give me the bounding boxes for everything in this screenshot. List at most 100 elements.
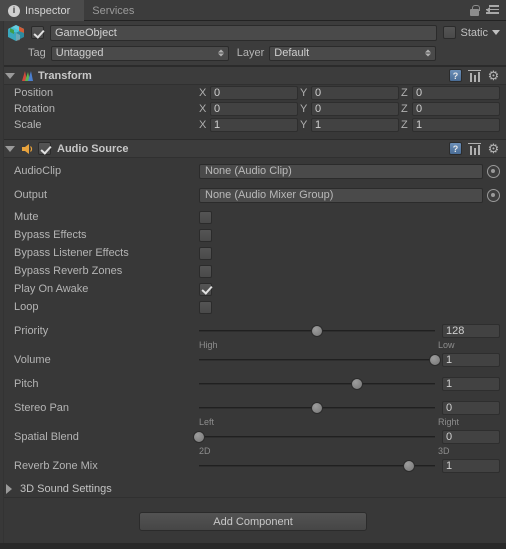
reverb-zone-mix-slider[interactable] [199,459,435,473]
scale-y[interactable]: Y1 [300,118,399,132]
static-chevron-down-icon[interactable] [492,30,500,35]
audioclip-object-field[interactable]: None (Audio Clip) [199,163,483,179]
output-row: Output None (Audio Mixer Group) [0,186,506,204]
rotation-x[interactable]: X0 [199,102,298,116]
pitch-slider-track [199,383,435,385]
preset-icon[interactable] [468,142,481,155]
help-icon[interactable]: ? [449,142,462,155]
pitch-slider-wrap: 1 [199,377,500,391]
stereo-pan-slider-thumb[interactable] [311,402,323,414]
3d-sound-settings-chevron-right-icon[interactable] [6,484,12,494]
audio-source-enabled-checkbox[interactable] [38,142,51,155]
spatial-blend-slider-wrap: 0 [193,430,500,444]
output-object-field[interactable]: None (Audio Mixer Group) [199,187,483,203]
pitch-slider-thumb[interactable] [351,378,364,390]
gear-icon[interactable]: ⚙ [487,69,500,82]
rotation-z[interactable]: Z0 [401,102,500,116]
tab-bar-actions [470,0,506,20]
lock-icon[interactable] [470,4,480,16]
tab-services[interactable]: Services [84,0,148,21]
bypass-effects-checkbox[interactable] [199,228,212,242]
3d-sound-settings-foldout[interactable]: 3D Sound Settings [0,481,506,498]
transform-component-header[interactable]: Transform ? ⚙ [0,66,506,85]
loop-label: Loop [14,301,39,313]
audio-source-component-header[interactable]: Audio Source ? ⚙ [0,139,506,158]
help-icon[interactable]: ? [449,69,462,82]
layer-dropdown[interactable]: Default [269,45,437,61]
loop-checkbox[interactable] [199,300,212,314]
tag-dropdown[interactable]: Untagged [50,45,229,61]
add-component-button[interactable]: Add Component [139,512,367,531]
mute-checkbox[interactable] [199,210,212,224]
spatial-blend-slider-thumb[interactable] [193,431,205,443]
priority-caption-left: High [199,340,218,350]
volume-value-input[interactable]: 1 [442,353,500,367]
tab-inspector-label: Inspector [25,4,71,17]
rotation-x-input[interactable]: 0 [210,102,298,116]
bypass-reverb-zones-checkbox[interactable] [199,264,212,278]
volume-label: Volume [14,354,51,366]
bypass-reverb-zones-row: Bypass Reverb Zones [0,262,506,280]
transform-icon [20,69,34,83]
reverb-zone-mix-value-input[interactable]: 1 [442,459,500,473]
scale-y-input[interactable]: 1 [311,118,399,132]
tab-inspector[interactable]: i Inspector [0,0,85,21]
stereo-pan-caption-right: Right [438,417,460,427]
spatial-blend-row: Spatial Blend 0 [0,428,506,446]
axis-x-label: X [199,103,207,115]
layer-label: Layer [236,47,265,59]
priority-caption-right: Low [438,340,455,350]
dropdown-arrows-icon [217,49,224,57]
spatial-blend-caption-right: 3D [438,446,450,456]
spatial-blend-slider[interactable] [193,430,435,444]
audio-source-foldout-icon[interactable] [5,145,15,152]
reverb-zone-mix-slider-thumb[interactable] [403,460,416,472]
scale-z[interactable]: Z1 [401,118,500,132]
rotation-y[interactable]: Y0 [300,102,399,116]
transform-header-icons: ? ⚙ [449,69,500,82]
reverb-zone-mix-slider-track [199,465,435,467]
spatial-blend-slider-track [199,436,435,438]
priority-label: Priority [14,325,49,337]
stereo-pan-slider[interactable] [199,401,435,415]
preset-icon[interactable] [468,69,481,82]
scale-z-input[interactable]: 1 [412,118,500,132]
priority-slider[interactable] [199,324,435,338]
mute-label: Mute [14,211,39,223]
bypass-listener-effects-row: Bypass Listener Effects [0,244,506,262]
scale-x-input[interactable]: 1 [210,118,298,132]
rotation-y-input[interactable]: 0 [311,102,399,116]
gameobject-name-input[interactable]: GameObject [50,24,438,41]
output-target-picker-icon[interactable] [487,188,500,202]
priority-value-input[interactable]: 128 [442,324,500,338]
gameobject-enabled-checkbox[interactable] [31,26,44,39]
position-z-input[interactable]: 0 [412,86,500,100]
transform-foldout-icon[interactable] [5,72,15,79]
position-z[interactable]: Z0 [401,86,500,100]
transform-body: Position X0 Y0 Z0 Rotation X0 Y0 Z0 Scal… [0,85,506,139]
audio-source-header-icons: ? ⚙ [449,142,500,155]
static-checkbox[interactable] [443,26,457,39]
stereo-pan-value-input[interactable]: 0 [442,401,500,415]
position-y[interactable]: Y0 [300,86,399,100]
scale-x[interactable]: X1 [199,118,298,132]
spatial-blend-value-input[interactable]: 0 [442,430,500,444]
hamburger-menu-icon[interactable] [486,5,499,15]
play-on-awake-checkbox[interactable] [199,282,212,296]
axis-y-label: Y [300,87,308,99]
gear-icon[interactable]: ⚙ [487,142,500,155]
rotation-z-input[interactable]: 0 [412,102,500,116]
position-x-input[interactable]: 0 [210,86,298,100]
bypass-listener-effects-checkbox[interactable] [199,246,212,260]
pitch-slider[interactable] [199,377,435,391]
axis-y-label: Y [300,119,308,131]
gameobject-name-row: GameObject Static [6,24,500,41]
priority-slider-thumb[interactable] [311,325,323,337]
audioclip-target-picker-icon[interactable] [487,164,500,178]
position-x[interactable]: X0 [199,86,298,100]
volume-slider[interactable] [199,353,441,367]
prefab-cube-icon [6,23,26,43]
volume-slider-thumb[interactable] [429,354,441,366]
pitch-value-input[interactable]: 1 [442,377,500,391]
position-y-input[interactable]: 0 [311,86,399,100]
